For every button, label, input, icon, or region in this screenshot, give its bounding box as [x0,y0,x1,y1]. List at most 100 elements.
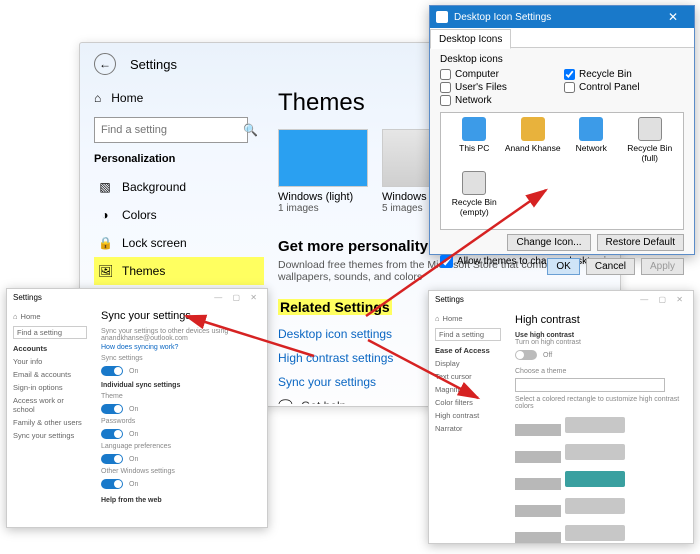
search-input[interactable]: Find a setting [435,328,501,341]
swatch-row[interactable] [515,495,685,519]
dialog-app-icon [436,11,448,23]
hc-home[interactable]: ⌂Home [435,312,501,325]
dialog-tabbar: Desktop Icons [430,28,694,48]
window-controls-icon[interactable]: — ▢ ✕ [640,295,687,304]
hc-title: High contrast [515,314,685,326]
recycle-bin-empty-icon [462,171,486,195]
list-item[interactable]: Sign-in options [13,381,87,394]
desktop-icon-settings-dialog: Desktop Icon Settings ✕ Desktop Icons De… [429,5,695,255]
hc-toggle[interactable]: Off [515,350,685,360]
apply-button[interactable]: Apply [641,258,684,275]
swatch-desc: Select a colored rectangle to customize … [515,396,685,410]
tab-desktop-icons[interactable]: Desktop Icons [430,29,511,49]
list-item[interactable]: Family & other users [13,416,87,429]
icon-recycle-full[interactable]: Recycle Bin (full) [621,117,680,171]
list-item[interactable]: Display [435,357,501,370]
sidebar-item-themes[interactable]: 🖼 Themes [94,257,264,285]
icon-user[interactable]: Anand Khanse [504,117,563,171]
sync-desc: Sync your settings to other devices usin… [101,328,259,342]
user-icon [521,117,545,141]
home-icon: ⌂ [13,312,18,321]
restore-default-button[interactable]: Restore Default [597,234,684,251]
sidebar-item-colors[interactable]: ◑ Colors [94,201,264,229]
sync-more-link[interactable]: How does syncing work? [101,344,259,351]
individual-heading: Individual sync settings [101,382,259,389]
sync-app-title: Settings [13,293,42,302]
sidebar-item-lockscreen[interactable]: 🔒 Lock screen [94,229,264,257]
close-button[interactable]: ✕ [658,10,688,24]
high-contrast-window: Settings — ▢ ✕ ⌂Home Find a setting Ease… [428,290,694,544]
related-settings-heading: Related Settings [278,299,392,315]
dialog-titlebar[interactable]: Desktop Icon Settings ✕ [430,6,694,28]
list-item[interactable]: Color filters [435,396,501,409]
swatch-row[interactable] [515,441,685,465]
list-item[interactable]: Your info [13,355,87,368]
icon-network[interactable]: Network [562,117,621,171]
toggle-other[interactable]: On [101,479,259,489]
hc-content: High contrast Use high contrast Turn on … [507,308,693,542]
thumb-label: Windows (light) [278,191,368,203]
check-computer[interactable]: Computer [440,69,560,80]
sync-settings-window: Settings — ▢ ✕ ⌂Home Find a setting Acco… [6,288,268,528]
hc-toggle-label: Turn on high contrast [515,339,685,346]
check-control-panel[interactable]: Control Panel [564,82,684,93]
search-icon: 🔍 [243,123,258,137]
theme-preview-icon [278,129,368,187]
sync-home[interactable]: ⌂Home [13,310,87,323]
themes-icon: 🖼 [98,264,112,278]
sidebar-item-label: Background [122,180,186,194]
sync-header: Settings — ▢ ✕ [7,289,267,306]
search-box[interactable]: 🔍 [94,117,248,143]
sidebar-item-background[interactable]: ▧ Background [94,173,264,201]
list-item[interactable]: Text cursor [435,370,501,383]
theme-thumb-light[interactable]: Windows (light) 1 images [278,129,368,214]
hc-app-title: Settings [435,295,464,304]
icon-this-pc[interactable]: This PC [445,117,504,171]
icon-recycle-empty[interactable]: Recycle Bin (empty) [445,171,504,225]
toggle-theme[interactable]: On [101,404,259,414]
sync-content: Sync your settings Sync your settings to… [93,306,267,526]
window-title: Settings [130,57,177,72]
dialog-title: Desktop Icon Settings [454,12,551,23]
search-input[interactable]: Find a setting [13,326,87,339]
check-users-files[interactable]: User's Files [440,82,560,93]
swatch-row[interactable] [515,468,685,492]
hc-sub: Use high contrast [515,332,685,339]
sidebar-home[interactable]: ⌂ Home [94,85,264,111]
back-button[interactable]: ← [94,53,116,75]
list-item[interactable]: Sync your settings [13,429,87,442]
sidebar-item-label: Themes [122,264,165,278]
hc-theme-select[interactable] [515,378,665,392]
sidebar-section: Personalization [94,153,264,165]
sidebar-item-label: Colors [122,208,157,222]
list-item[interactable]: Narrator [435,422,501,435]
ok-button[interactable]: OK [547,258,579,275]
group-label: Desktop icons [440,54,684,65]
change-icon-button[interactable]: Change Icon... [507,234,590,251]
colors-icon: ◑ [98,208,112,222]
home-icon: ⌂ [435,314,440,323]
swatch-row[interactable] [515,414,685,438]
help-icon: 💬 [278,399,293,404]
swatch-row[interactable] [515,522,685,544]
hc-section: Ease of Access [435,344,501,357]
sync-master-toggle[interactable]: On [101,366,259,376]
list-item[interactable]: Access work or school [13,394,87,416]
hc-header: Settings — ▢ ✕ [429,291,693,308]
network-icon [579,117,603,141]
hc-sidebar: ⌂Home Find a setting Ease of Access Disp… [429,308,507,542]
list-item[interactable]: Email & accounts [13,368,87,381]
toggle-language[interactable]: On [101,454,259,464]
toggle-passwords[interactable]: On [101,429,259,439]
check-recycle-bin[interactable]: Recycle Bin [564,69,684,80]
sync-section: Accounts [13,342,87,355]
window-controls-icon[interactable]: — ▢ ✕ [214,293,261,302]
choose-theme-label: Choose a theme [515,368,685,375]
list-item[interactable]: Magnifier [435,383,501,396]
cancel-button[interactable]: Cancel [586,258,635,275]
check-network[interactable]: Network [440,95,560,106]
lock-icon: 🔒 [98,236,112,250]
search-input[interactable] [101,124,243,136]
home-label: Home [111,91,143,105]
list-item[interactable]: High contrast [435,409,501,422]
